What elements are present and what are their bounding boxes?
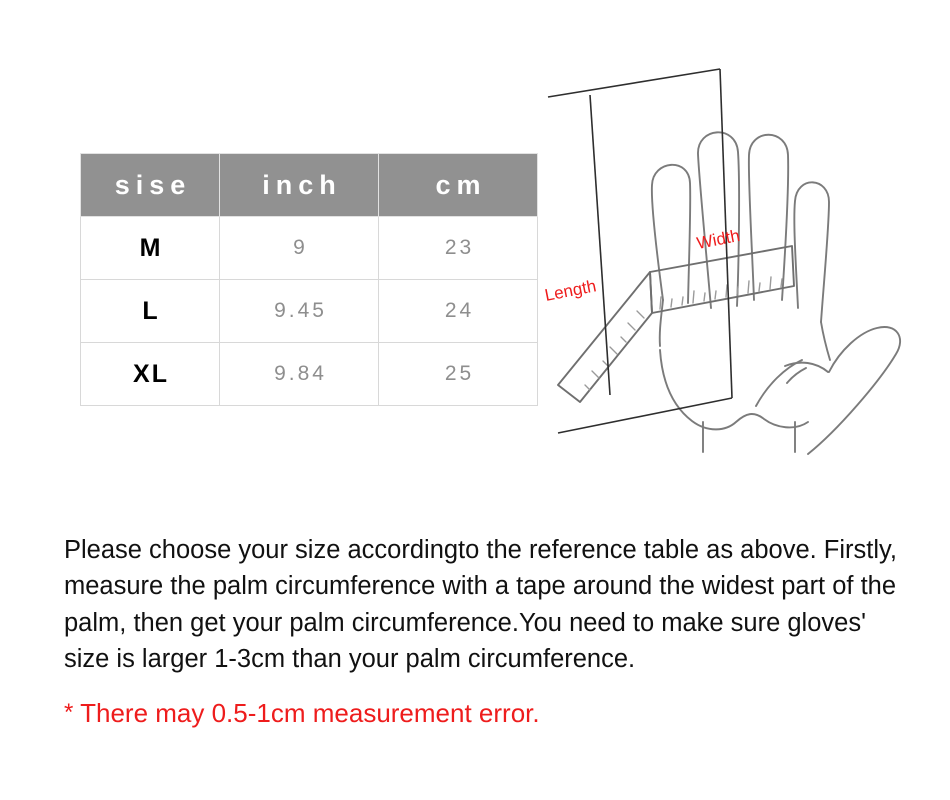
column-header-cm: cm — [378, 153, 538, 217]
length-label: Length — [543, 276, 598, 305]
table-header-row: sise inch cm — [80, 153, 538, 217]
table-row: XL 9.84 25 — [80, 342, 538, 406]
cell-size: L — [80, 279, 220, 343]
width-label: Width — [695, 226, 741, 253]
column-header-inch: inch — [219, 153, 379, 217]
cell-size: M — [80, 216, 220, 280]
cell-cm: 25 — [378, 342, 538, 406]
instructions-paragraph: Please choose your size accordingto the … — [64, 535, 897, 674]
error-note-text: There may 0.5-1cm measurement error. — [80, 698, 540, 728]
hand-measurement-diagram: Length Width — [540, 50, 920, 460]
measuring-tape-icon — [557, 245, 795, 403]
column-header-size: sise — [80, 153, 220, 217]
measurement-error-note: * There may 0.5-1cm measurement error. — [64, 696, 540, 730]
cell-inch: 9 — [219, 216, 379, 280]
asterisk-icon: * — [64, 699, 74, 726]
cell-cm: 24 — [378, 279, 538, 343]
cell-inch: 9.84 — [219, 342, 379, 406]
table-row: M 9 23 — [80, 216, 538, 280]
cell-inch: 9.45 — [219, 279, 379, 343]
cell-size: XL — [80, 342, 220, 406]
size-chart-table: sise inch cm M 9 23 L 9.45 24 XL 9.84 25 — [80, 153, 538, 406]
table-row: L 9.45 24 — [80, 279, 538, 343]
cell-cm: 23 — [378, 216, 538, 280]
